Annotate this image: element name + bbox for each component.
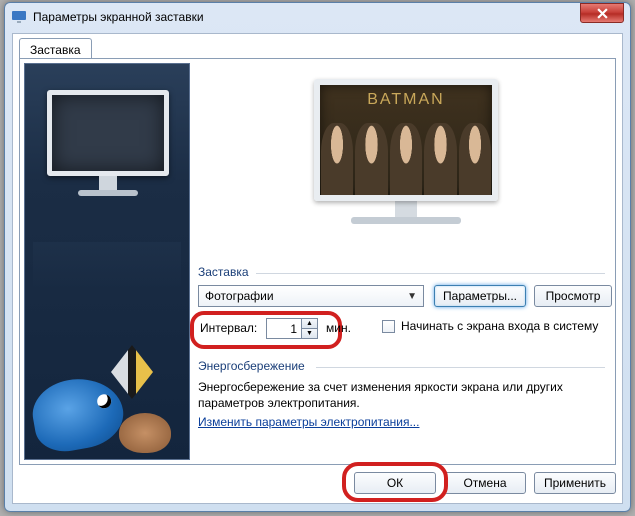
preview-monitor: BATMAN bbox=[314, 79, 498, 224]
settings-pane: BATMAN Заставка Фотографии ▼ Параметры..… bbox=[198, 63, 609, 460]
interval-input[interactable] bbox=[267, 319, 301, 338]
settings-button[interactable]: Параметры... bbox=[434, 285, 526, 307]
interval-label: Интервал: bbox=[200, 321, 257, 335]
screensaver-select[interactable]: Фотографии ▼ bbox=[198, 285, 424, 307]
screensaver-select-value: Фотографии bbox=[205, 289, 274, 303]
titlebar[interactable]: Параметры экранной заставки bbox=[5, 3, 630, 31]
screensaver-icon bbox=[11, 9, 27, 25]
screensaver-settings-window: Параметры экранной заставки Заставка bbox=[4, 2, 631, 512]
spinner-down[interactable]: ▼ bbox=[301, 329, 317, 338]
interval-spinner[interactable]: ▲ ▼ bbox=[266, 318, 318, 339]
tab-panel: BATMAN Заставка Фотографии ▼ Параметры..… bbox=[19, 58, 616, 465]
group-label-energy: Энергосбережение bbox=[198, 359, 305, 373]
on-resume-checkbox-row: Начинать с экрана входа в систему bbox=[382, 319, 598, 333]
chevron-down-icon: ▼ bbox=[407, 291, 417, 302]
on-resume-label: Начинать с экрана входа в систему bbox=[401, 319, 598, 333]
sidebar-illustration bbox=[24, 63, 190, 460]
window-title: Параметры экранной заставки bbox=[33, 10, 624, 24]
client-area: Заставка BATMAN З bbox=[12, 33, 623, 504]
interval-unit: мин. bbox=[326, 321, 351, 335]
spinner-up[interactable]: ▲ bbox=[301, 319, 317, 329]
shark-graphic bbox=[28, 372, 129, 457]
cancel-button[interactable]: Отмена bbox=[444, 472, 526, 494]
dialog-footer: ОК Отмена Применить bbox=[19, 469, 616, 497]
group-label-screensaver: Заставка bbox=[198, 265, 249, 279]
angelfish-graphic bbox=[111, 345, 153, 399]
preview-content-title: BATMAN bbox=[320, 91, 492, 109]
ok-button[interactable]: ОК bbox=[354, 472, 436, 494]
apply-button[interactable]: Применить bbox=[534, 472, 616, 494]
preview-button[interactable]: Просмотр bbox=[534, 285, 612, 307]
close-icon bbox=[597, 8, 608, 19]
shell-graphic bbox=[119, 413, 171, 453]
energy-description: Энергосбережение за счет изменения яркос… bbox=[198, 379, 599, 411]
sidebar-monitor-graphic bbox=[47, 90, 169, 206]
close-button[interactable] bbox=[580, 3, 624, 23]
on-resume-checkbox[interactable] bbox=[382, 320, 395, 333]
power-settings-link[interactable]: Изменить параметры электропитания... bbox=[198, 415, 419, 429]
